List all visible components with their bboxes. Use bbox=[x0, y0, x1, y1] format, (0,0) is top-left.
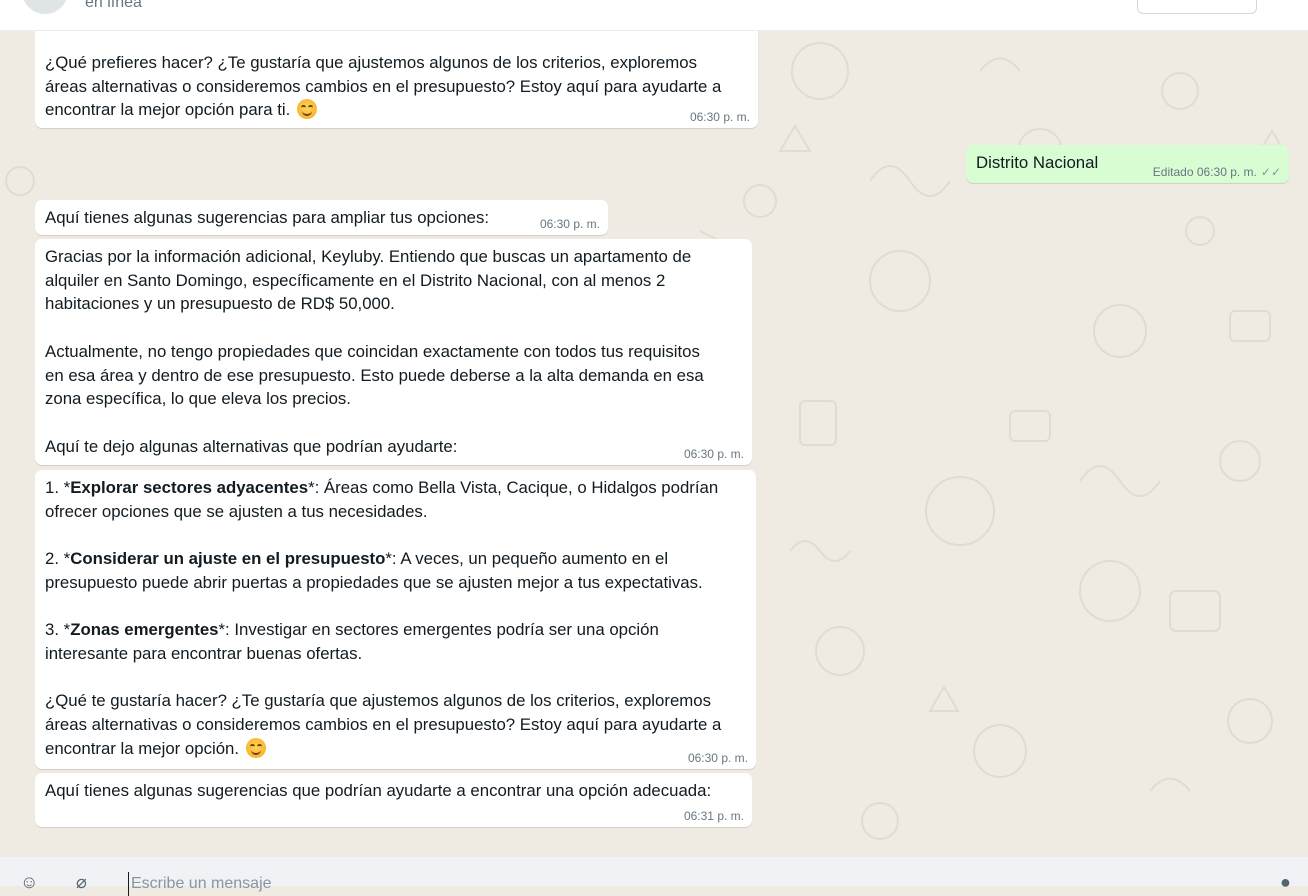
incoming-message[interactable]: 1. *Explorar sectores adyacentes*: Áreas… bbox=[35, 470, 756, 769]
message-timestamp: 06:30 p. m. bbox=[689, 110, 750, 124]
message-text: Aquí tienes algunas sugerencias para amp… bbox=[45, 208, 490, 227]
list-item-title: Considerar un ajuste en el presupuesto bbox=[70, 549, 386, 569]
message-text: Aquí tienes algunas sugerencias que podr… bbox=[45, 781, 712, 800]
list-number: 2. * bbox=[45, 549, 71, 569]
list-item-text: interesante para encontrar buenas oferta… bbox=[45, 643, 363, 663]
message-text-line: Aquí te dejo algunas alternativas que po… bbox=[45, 436, 458, 456]
list-item-title: Explorar sectores adyacentes bbox=[70, 478, 309, 497]
message-text-line: zona específica, lo que eleva los precio… bbox=[45, 389, 351, 409]
chat-header: en línea bbox=[0, 0, 1308, 31]
header-action-button[interactable] bbox=[1137, 0, 1257, 14]
list-item-text: *: Áreas como Bella Vista, Cacique, o Hi… bbox=[308, 478, 719, 497]
message-text-line: alquiler en Santo Domingo, específicamen… bbox=[45, 270, 666, 290]
list-item-text: ofrecer opciones que se ajusten a tus ne… bbox=[45, 501, 428, 521]
message-composer: ☺ ⌀ ● bbox=[0, 856, 1308, 896]
message-timestamp: 06:30 p. m. bbox=[687, 751, 748, 765]
emoji-icon[interactable]: ☺ bbox=[20, 873, 38, 891]
message-text-line: ¿Qué prefieres hacer? ¿Te gustaría que a… bbox=[45, 53, 697, 72]
message-text-line: encontrar la mejor opción. bbox=[45, 738, 240, 758]
message-text-line: áreas alternativas o consideremos cambio… bbox=[45, 76, 722, 96]
list-number: 1. * bbox=[45, 478, 71, 497]
double-check-read-icon: ✓✓ bbox=[1260, 165, 1281, 179]
message-text-line: Gracias por la información adicional, Ke… bbox=[45, 247, 692, 266]
message-timestamp: 06:30 p. m. bbox=[683, 447, 744, 461]
message-text-line: en esa área y dentro de ese presupuesto.… bbox=[45, 365, 704, 385]
list-item-text: *: Investigar en sectores emergentes pod… bbox=[218, 620, 659, 640]
message-text-line: habitaciones y un presupuesto de RD$ 50,… bbox=[45, 294, 395, 314]
incoming-message[interactable]: ¿Qué prefieres hacer? ¿Te gustaría que a… bbox=[35, 31, 758, 128]
list-item-text: *: A veces, un pequeño aumento en el bbox=[385, 549, 669, 569]
edited-label: Editado bbox=[1152, 165, 1194, 179]
smiling-face-emoji-icon bbox=[297, 99, 317, 120]
incoming-message[interactable]: Gracias por la información adicional, Ke… bbox=[35, 239, 752, 465]
attach-icon[interactable]: ⌀ bbox=[76, 873, 87, 891]
message-text-line: ¿Qué te gustaría hacer? ¿Te gustaría que… bbox=[45, 691, 711, 711]
message-text-line: áreas alternativas o consideremos cambio… bbox=[45, 714, 722, 734]
message-input[interactable] bbox=[128, 872, 1233, 896]
smiling-face-emoji-icon bbox=[245, 737, 266, 758]
list-number: 3. * bbox=[45, 620, 71, 640]
message-timestamp: 06:30 p. m. bbox=[1196, 165, 1257, 179]
message-text-line: Actualmente, no tengo propiedades que co… bbox=[45, 341, 700, 361]
list-item-title: Zonas emergentes bbox=[70, 620, 219, 640]
message-meta: Editado 06:30 p. m. ✓✓ bbox=[1153, 165, 1281, 179]
message-timestamp: 06:30 p. m. bbox=[539, 217, 600, 231]
message-list[interactable]: ¿Qué prefieres hacer? ¿Te gustaría que a… bbox=[0, 31, 1308, 856]
microphone-icon[interactable]: ● bbox=[1280, 873, 1291, 891]
message-text-line: encontrar la mejor opción para ti. bbox=[45, 100, 291, 120]
incoming-message[interactable]: Aquí tienes algunas sugerencias para amp… bbox=[35, 200, 608, 235]
contact-avatar[interactable] bbox=[22, 0, 68, 14]
outgoing-message[interactable]: Distrito Nacional Editado 06:30 p. m. ✓✓ bbox=[966, 145, 1289, 183]
list-item-text: presupuesto puede abrir puertas a propie… bbox=[45, 572, 703, 592]
incoming-message[interactable]: Aquí tienes algunas sugerencias que podr… bbox=[35, 773, 752, 827]
message-timestamp: 06:31 p. m. bbox=[683, 809, 744, 823]
contact-status: en línea bbox=[85, 0, 142, 11]
